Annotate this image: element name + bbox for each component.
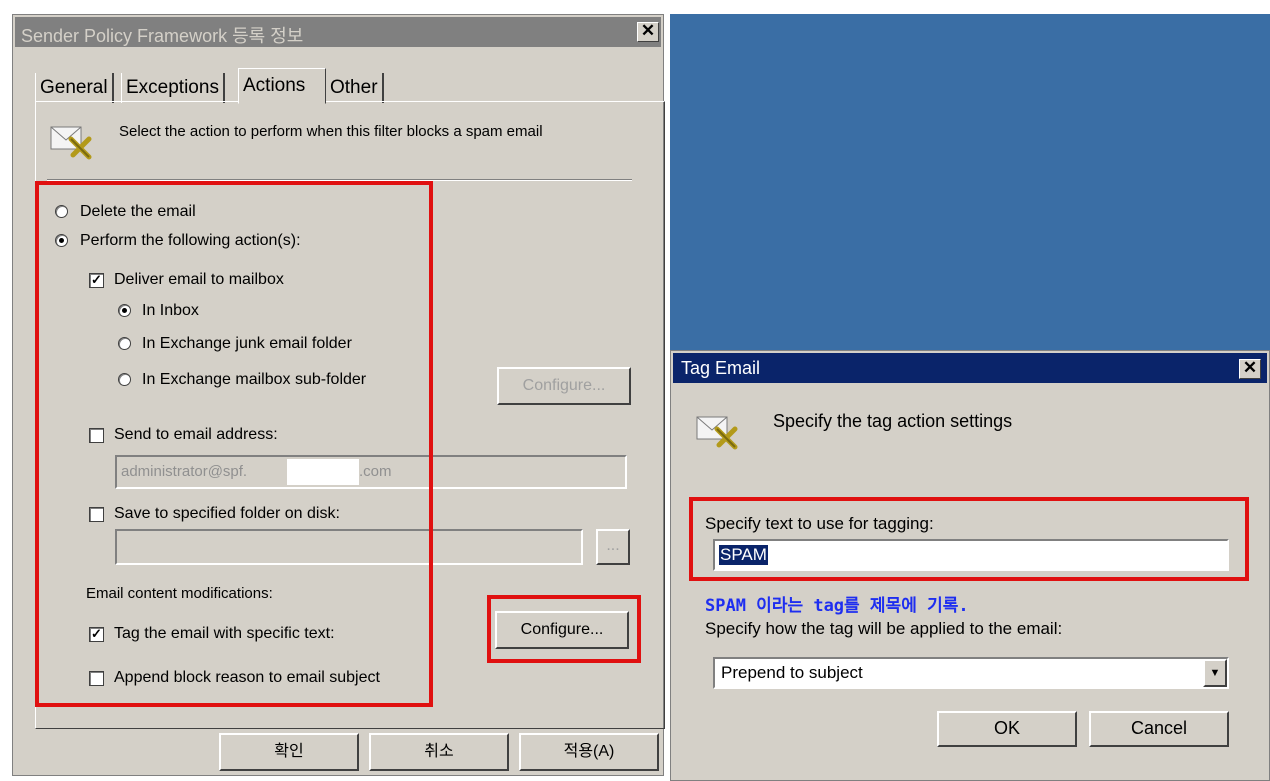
chevron-down-icon[interactable]: ▼ — [1203, 659, 1227, 687]
apply-button[interactable]: 적용(A) — [519, 733, 659, 771]
configure-subfolder-button[interactable]: Configure... — [497, 367, 631, 405]
close-button[interactable]: ✕ — [1239, 359, 1261, 379]
header-text: Select the action to perform when this f… — [119, 123, 543, 140]
mail-filter-icon — [695, 411, 739, 451]
apply-method-value: Prepend to subject — [721, 663, 863, 682]
annotation-text: SPAM 이라는 tag를 제목에 기록. — [705, 596, 969, 616]
filter-properties-dialog: Sender Policy Framework 등록 정보 ✕ General … — [12, 14, 665, 776]
ok-button[interactable]: OK — [937, 711, 1077, 747]
configure-highlight-box — [487, 595, 641, 663]
cancel-button[interactable]: 취소 — [369, 733, 509, 771]
actions-highlight-box — [35, 181, 433, 707]
window-title: Tag Email — [681, 358, 761, 378]
tag-email-dialog: Tag Email ✕ Specify the tag action setti… — [670, 350, 1270, 781]
desktop-background — [670, 14, 1270, 350]
close-button[interactable]: ✕ — [637, 22, 659, 42]
tab-exceptions[interactable]: Exceptions — [121, 73, 225, 103]
header-text: Specify the tag action settings — [773, 411, 1013, 431]
title-bar[interactable]: Sender Policy Framework 등록 정보 ✕ — [15, 17, 661, 47]
title-bar[interactable]: Tag Email ✕ — [673, 353, 1267, 383]
apply-method-select[interactable]: Prepend to subject ▼ — [713, 657, 1229, 689]
tag-text-highlight-box — [689, 497, 1249, 581]
browse-button[interactable]: ... — [596, 529, 630, 565]
tab-other[interactable]: Other — [325, 73, 384, 103]
apply-method-label: Specify how the tag will be applied to t… — [705, 619, 1063, 638]
tab-general[interactable]: General — [35, 73, 114, 103]
cancel-button[interactable]: Cancel — [1089, 711, 1229, 747]
window-title: Sender Policy Framework 등록 정보 — [21, 26, 304, 46]
mail-filter-icon — [49, 121, 93, 161]
ok-button[interactable]: 확인 — [219, 733, 359, 771]
tab-actions[interactable]: Actions — [238, 68, 326, 104]
